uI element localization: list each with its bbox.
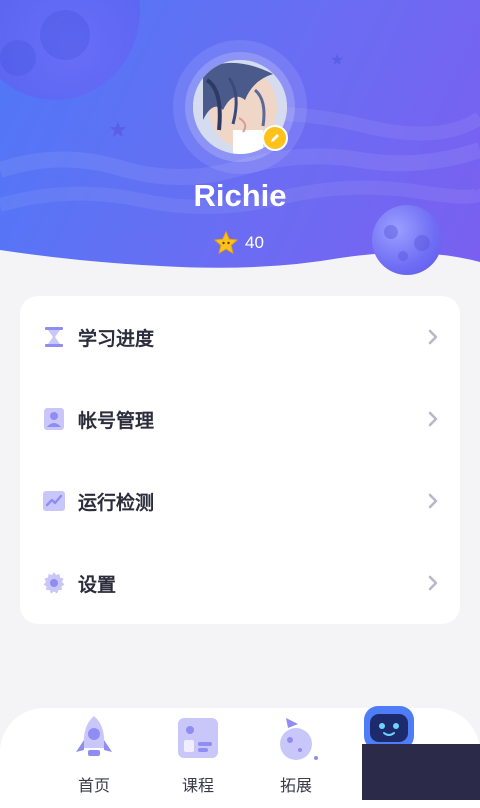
tab-courses[interactable]: 课程 <box>158 708 238 800</box>
chevron-right-icon <box>428 493 438 509</box>
rocket-icon <box>76 716 112 756</box>
menu-item-account[interactable]: 帐号管理 <box>20 378 460 460</box>
menu-item-label: 帐号管理 <box>78 409 155 432</box>
tab-explore[interactable]: 拓展 <box>256 708 336 800</box>
hourglass-icon <box>45 327 63 347</box>
chevron-right-icon <box>428 575 438 591</box>
menu-item-label: 运行检测 <box>78 491 155 514</box>
user-card-icon <box>44 408 64 430</box>
menu-item-label: 设置 <box>78 573 117 596</box>
tab-label: 课程 <box>181 776 214 795</box>
menu-item-label: 学习进度 <box>78 327 155 350</box>
planet-decoration <box>372 205 442 275</box>
star-count-value: 40 <box>245 233 264 252</box>
star-count: 40 <box>213 229 264 257</box>
username: Richie <box>193 178 287 213</box>
chevron-right-icon <box>428 329 438 345</box>
pencil-icon <box>271 134 279 142</box>
chevron-right-icon <box>428 411 438 427</box>
menu-item-diagnostics[interactable]: 运行检测 <box>20 460 460 542</box>
menu-item-settings[interactable]: 设置 <box>20 542 460 624</box>
chart-line-icon <box>43 491 65 511</box>
menu-card: 学习进度 帐号管理 运行检测 设置 <box>20 296 460 624</box>
planet-flag-icon <box>280 718 318 760</box>
edit-avatar-button[interactable] <box>262 125 288 151</box>
star-decoration-icon: ★ <box>108 118 128 143</box>
course-board-icon <box>178 718 218 758</box>
tab-label: 首页 <box>77 776 110 795</box>
star-icon <box>213 230 239 255</box>
dark-overlay-panel <box>362 744 480 800</box>
tab-label: 拓展 <box>279 776 312 795</box>
tab-home[interactable]: 首页 <box>54 708 134 800</box>
robot-mascot-icon[interactable] <box>360 702 418 750</box>
star-decoration-icon: ★ <box>330 50 345 69</box>
gear-icon <box>43 572 65 594</box>
menu-item-learning-progress[interactable]: 学习进度 <box>20 296 460 378</box>
